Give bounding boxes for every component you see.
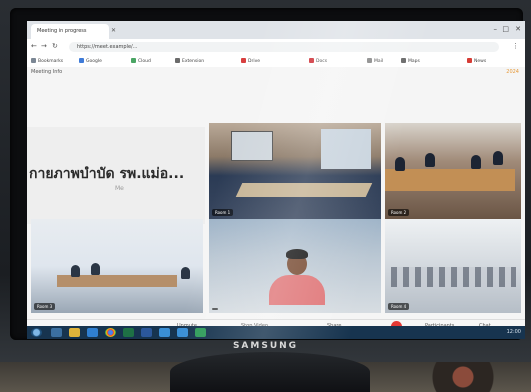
- participant-figure: [425, 153, 435, 167]
- room-seating: [391, 267, 516, 287]
- bookmark-label: Extension: [182, 59, 205, 64]
- meeting-table: [235, 183, 373, 197]
- address-bar-row: ← → ↻ https://meet.example/... ⋮: [27, 39, 525, 56]
- bookmark-icon: [241, 58, 246, 63]
- video-tile-label: Room 3: [34, 303, 56, 310]
- app-icon[interactable]: [159, 328, 170, 337]
- room-desk: [385, 169, 515, 191]
- participant-figure: [471, 155, 481, 169]
- participant-subtitle: Me: [115, 185, 124, 192]
- bookmark-label: Bookmarks: [38, 59, 64, 64]
- bookmark-icon: [79, 58, 84, 63]
- folder-icon[interactable]: [69, 328, 80, 337]
- video-tile-label: [212, 308, 218, 310]
- bookmark-label: Drive: [248, 59, 260, 64]
- participant-figure: [181, 267, 190, 279]
- participant-hair: [286, 249, 308, 259]
- monitor-brand-logo: SAMSUNG: [232, 341, 299, 351]
- chrome-icon[interactable]: [105, 328, 116, 337]
- meeting-info-link[interactable]: Meeting Info: [31, 69, 62, 75]
- bookmark-item[interactable]: Maps: [401, 58, 420, 65]
- app-icon[interactable]: [195, 328, 206, 337]
- bookmark-item[interactable]: Cloud: [131, 58, 151, 65]
- reload-icon[interactable]: ↻: [52, 42, 58, 50]
- video-tile-room-1[interactable]: Room 1: [209, 123, 381, 219]
- participant-figure: [493, 151, 503, 165]
- bookmark-icon: [309, 58, 314, 63]
- close-tab-icon[interactable]: ✕: [111, 27, 116, 34]
- video-tile-label: Room 4: [388, 303, 410, 310]
- excel-icon[interactable]: [123, 328, 134, 337]
- bookmark-icon: [175, 58, 180, 63]
- projector-screen: [231, 131, 273, 161]
- url-input[interactable]: https://meet.example/...: [69, 42, 499, 52]
- meeting-timer: 2024: [506, 69, 519, 75]
- minimize-icon[interactable]: –: [494, 25, 498, 33]
- meeting-view: Meeting Info 2024 กายภาพบำบัด รพ.แม่อ...…: [27, 67, 525, 339]
- windows-taskbar: 12:00: [27, 326, 525, 339]
- video-tile-label: Room 2: [388, 209, 410, 216]
- monitor-stand: [170, 352, 370, 392]
- participant-figure: [395, 157, 405, 171]
- forward-icon[interactable]: →: [41, 42, 47, 50]
- monitor-screen: Meeting in progress ✕ – □ ✕ ← → ↻ https:…: [27, 21, 525, 339]
- browser-tab-bar: Meeting in progress ✕ – □ ✕: [27, 21, 525, 39]
- participant-figure: [91, 263, 100, 275]
- bookmark-label: Docs: [316, 59, 328, 64]
- bookmark-icon: [367, 58, 372, 63]
- bookmark-item[interactable]: Mail: [367, 58, 383, 65]
- bookmark-label: Maps: [408, 59, 420, 64]
- back-icon[interactable]: ←: [31, 42, 37, 50]
- video-tile-webcam[interactable]: [209, 219, 381, 313]
- participant-name: กายภาพบำบัด รพ.แม่อ...: [29, 166, 185, 182]
- window-close-icon[interactable]: ✕: [515, 25, 521, 33]
- browser-tab[interactable]: Meeting in progress: [31, 24, 109, 39]
- maximize-icon[interactable]: □: [502, 25, 509, 33]
- participant-name-tile[interactable]: กายภาพบำบัด รพ.แม่อ... Me: [27, 127, 205, 224]
- start-button-icon[interactable]: [31, 328, 42, 337]
- bookmark-label: Mail: [374, 59, 384, 64]
- ie-icon[interactable]: [87, 328, 98, 337]
- desk-decoration: [423, 362, 523, 392]
- bookmark-item[interactable]: Drive: [241, 58, 260, 65]
- bookmark-item[interactable]: Extension: [175, 58, 204, 65]
- video-tile-label: Room 1: [212, 209, 234, 216]
- bookmark-icon: [31, 58, 36, 63]
- system-tray-clock[interactable]: 12:00: [507, 329, 521, 335]
- video-tile-room-2[interactable]: Room 2: [385, 123, 521, 219]
- bookmark-item[interactable]: Google: [79, 58, 102, 65]
- participant-body: [269, 275, 325, 305]
- room-window: [321, 129, 371, 169]
- bookmark-item[interactable]: Docs: [309, 58, 327, 65]
- bookmark-icon: [131, 58, 136, 63]
- bookmark-icon: [467, 58, 472, 63]
- monitor-bezel: Meeting in progress ✕ – □ ✕ ← → ↻ https:…: [10, 8, 525, 340]
- app-icon[interactable]: [177, 328, 188, 337]
- video-tile-room-4[interactable]: Room 4: [385, 219, 521, 313]
- word-icon[interactable]: [141, 328, 152, 337]
- bookmark-icon: [401, 58, 406, 63]
- explorer-icon[interactable]: [51, 328, 62, 337]
- bookmark-label: Cloud: [138, 59, 151, 64]
- bookmark-label: News: [474, 59, 487, 64]
- participant-figure: [71, 265, 80, 277]
- menu-icon[interactable]: ⋮: [512, 42, 519, 50]
- bookmark-label: Google: [86, 59, 102, 64]
- video-tile-room-3[interactable]: Room 3: [31, 219, 203, 313]
- bookmark-item[interactable]: Bookmarks: [31, 58, 63, 65]
- bookmark-item[interactable]: News: [467, 58, 486, 65]
